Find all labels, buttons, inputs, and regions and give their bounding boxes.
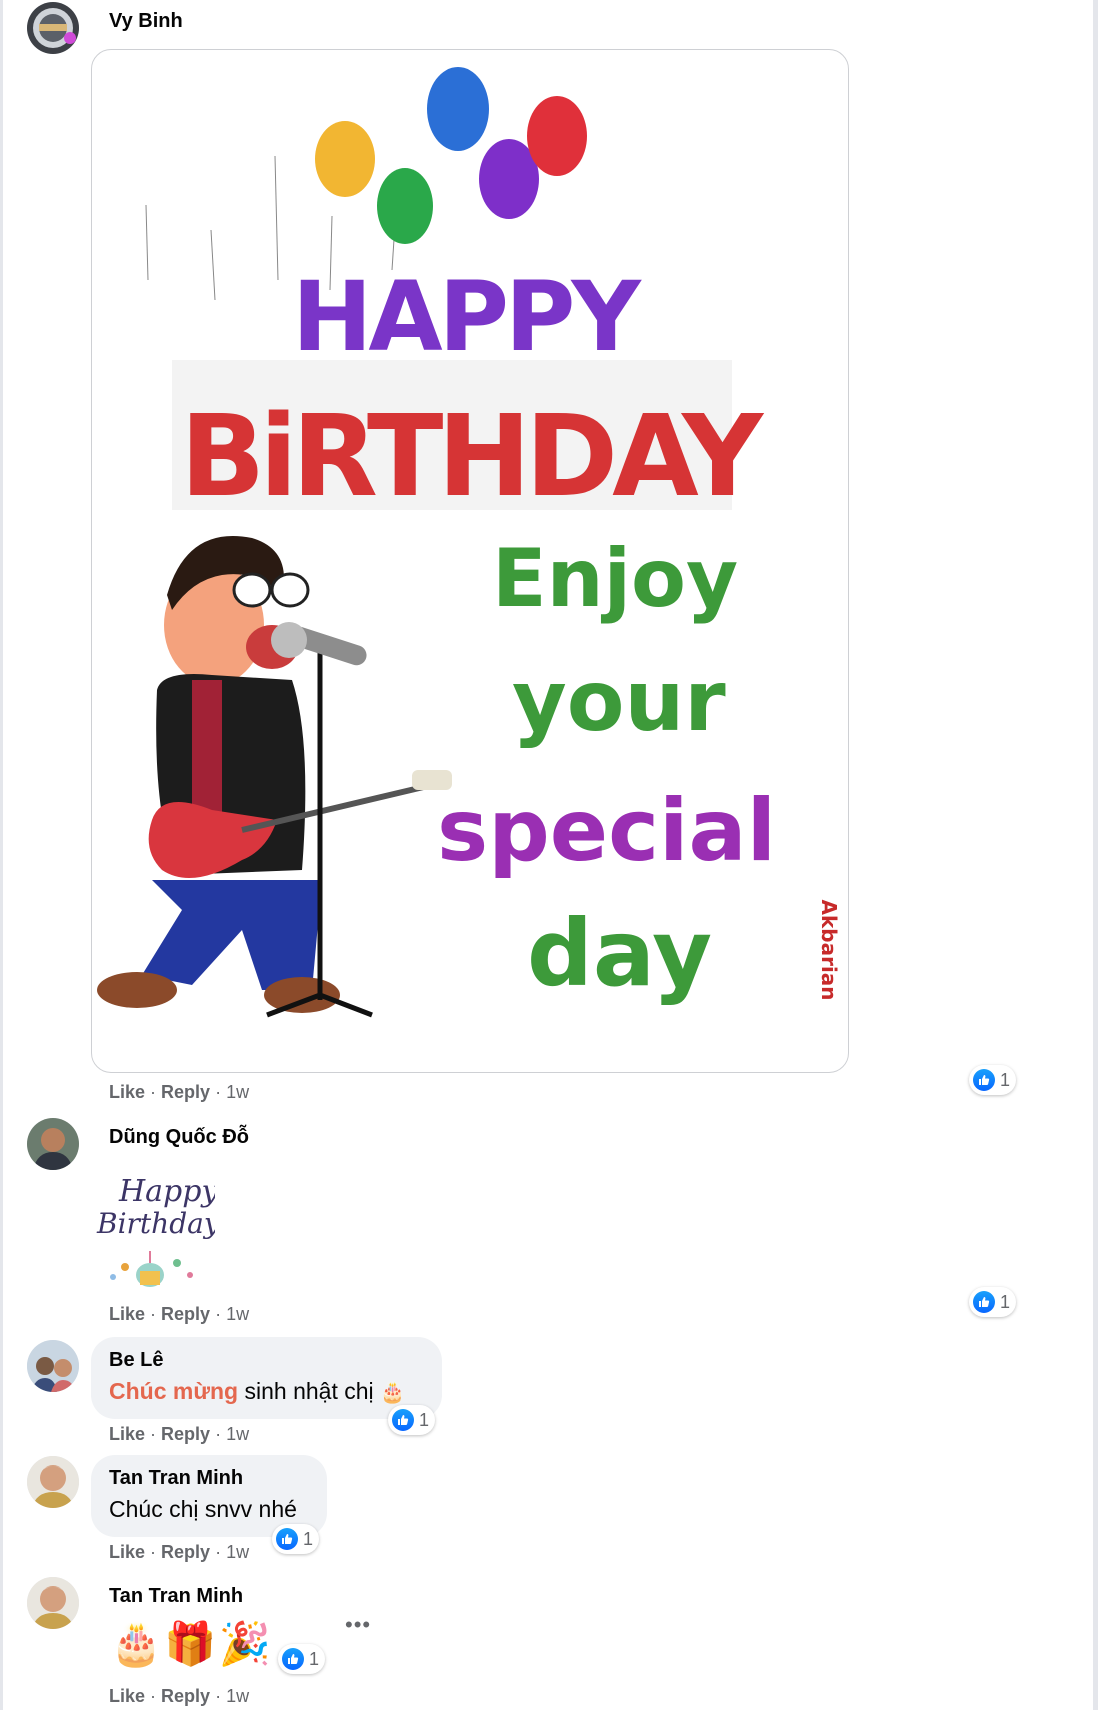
party-popper-emoji: 🎉: [218, 1620, 271, 1667]
reply-button[interactable]: Reply: [161, 1542, 210, 1562]
comment-bubble[interactable]: Be Lê Chúc mừng sinh nhật chị 🎂: [91, 1337, 442, 1419]
reply-button[interactable]: Reply: [161, 1082, 210, 1102]
sticker-happy-text: Happy: [118, 1174, 215, 1209]
timestamp[interactable]: 1w: [226, 1082, 249, 1102]
singer-graphic: [97, 535, 452, 1018]
left-border: [0, 0, 3, 1710]
gif-happy-text: HAPPY: [292, 261, 642, 373]
reaction-count[interactable]: 1: [278, 1644, 326, 1674]
like-icon: [392, 1409, 414, 1431]
happy-birthday-sticker[interactable]: Happy Birthday: [95, 1167, 221, 1291]
avatar-vy-binh[interactable]: [27, 2, 79, 54]
emoji-message: 🎂 🎁 🎉: [110, 1618, 271, 1670]
cake-emoji: 🎂: [380, 1382, 405, 1404]
like-icon: [973, 1069, 995, 1091]
reaction-number: 1: [303, 1528, 314, 1549]
comment-actions: Like · Reply · 1w: [109, 1304, 250, 1324]
comment-text: Chúc chị snvv nhé: [109, 1496, 297, 1522]
like-button[interactable]: Like: [109, 1304, 145, 1324]
like-button[interactable]: Like: [109, 1686, 145, 1706]
reaction-number: 1: [1000, 1069, 1011, 1090]
comment-actions: Like · Reply · 1w: [109, 1424, 250, 1444]
timestamp[interactable]: 1w: [226, 1304, 249, 1324]
reply-button[interactable]: Reply: [161, 1686, 210, 1706]
timestamp[interactable]: 1w: [226, 1542, 249, 1562]
like-button[interactable]: Like: [109, 1542, 145, 1562]
gif-watermark: Akbarian: [817, 899, 841, 1000]
gif-special-text: special: [437, 781, 776, 881]
comment-actions: Like · Reply · 1w: [109, 1082, 250, 1102]
comment-actions: Like · Reply · 1w: [109, 1686, 250, 1706]
avatar-tan-tran-minh[interactable]: [27, 1577, 79, 1629]
reply-button[interactable]: Reply: [161, 1304, 210, 1324]
reaction-number: 1: [419, 1409, 430, 1430]
gift-emoji: 🎁: [164, 1620, 217, 1667]
reaction-number: 1: [309, 1648, 320, 1669]
timestamp[interactable]: 1w: [226, 1686, 249, 1706]
avatar-dung-quoc-do[interactable]: [27, 1118, 79, 1170]
gif-birthday-text: BiRTHDAY: [180, 392, 765, 522]
reaction-count[interactable]: 1: [388, 1405, 436, 1435]
timestamp[interactable]: 1w: [226, 1424, 249, 1444]
cake-emoji: 🎂: [110, 1620, 163, 1667]
gif-enjoy-text: Enjoy: [492, 532, 738, 625]
reaction-count[interactable]: 1: [969, 1287, 1017, 1317]
more-options-icon[interactable]: •••: [345, 1612, 371, 1638]
scrollbar-track[interactable]: [1093, 0, 1098, 1710]
like-icon: [276, 1528, 298, 1550]
like-button[interactable]: Like: [109, 1424, 145, 1444]
like-icon: [282, 1648, 304, 1670]
reaction-count[interactable]: 1: [969, 1065, 1017, 1095]
gif-day-text: day: [527, 900, 712, 1007]
reaction-number: 1: [1000, 1291, 1011, 1312]
avatar-be-le[interactable]: [27, 1340, 79, 1392]
reply-button[interactable]: Reply: [161, 1424, 210, 1444]
author-name[interactable]: Dũng Quốc Đỗ: [109, 1126, 249, 1149]
author-name[interactable]: Tan Tran Minh: [109, 1467, 243, 1490]
mention-tag[interactable]: Chúc mừng: [109, 1378, 238, 1404]
comment-actions: Like · Reply · 1w: [109, 1542, 250, 1562]
author-name[interactable]: Vy Binh: [109, 10, 183, 33]
birthday-gif[interactable]: HAPPY BiRTHDAY Enjoy your special day Ak…: [91, 49, 849, 1073]
like-button[interactable]: Like: [109, 1082, 145, 1102]
reaction-count[interactable]: 1: [272, 1524, 320, 1554]
gif-your-text: your: [512, 652, 726, 750]
like-icon: [973, 1291, 995, 1313]
avatar-tan-tran-minh[interactable]: [27, 1456, 79, 1508]
author-name[interactable]: Tan Tran Minh: [109, 1585, 243, 1608]
author-name[interactable]: Be Lê: [109, 1349, 163, 1372]
comment-text: Chúc mừng sinh nhật chị 🎂: [109, 1378, 405, 1404]
sticker-birthday-text: Birthday: [96, 1207, 215, 1240]
